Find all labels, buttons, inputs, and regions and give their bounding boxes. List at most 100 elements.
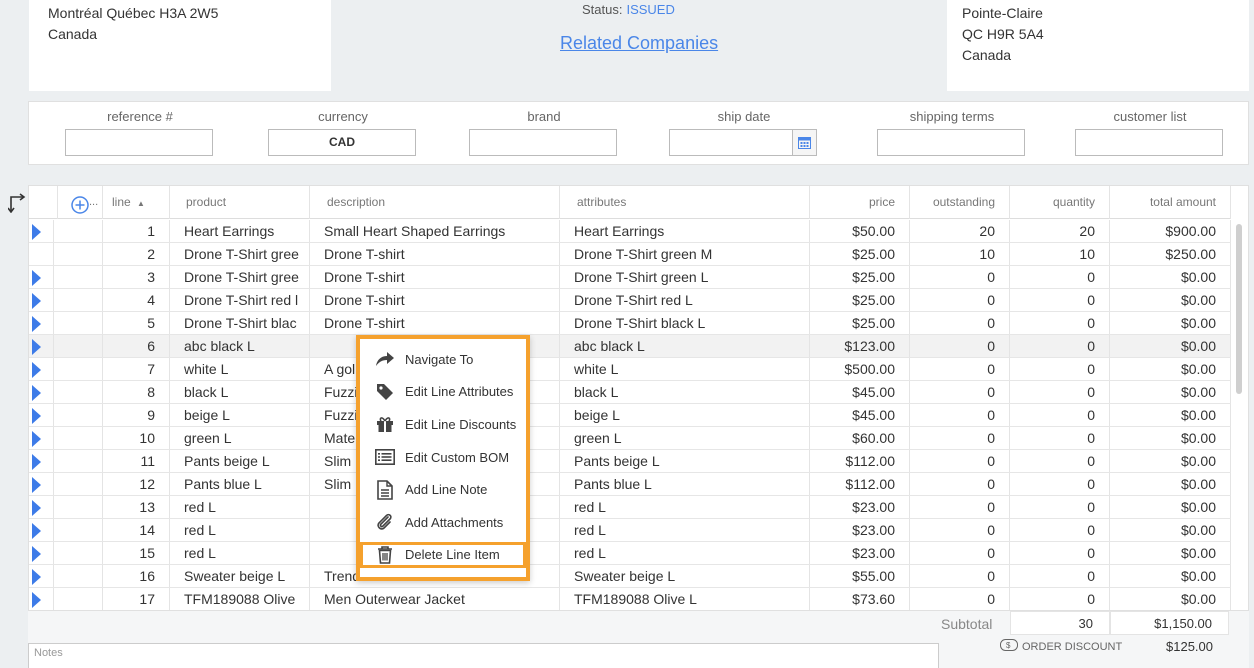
notes-field[interactable]: Notes: [28, 643, 939, 668]
table-row[interactable]: 5 Drone T-Shirt blac Drone T-shirt Drone T-…: [29, 312, 1231, 335]
cell-price[interactable]: $73.60: [810, 588, 910, 610]
cell-attributes[interactable]: abc black L: [560, 335, 810, 357]
menu-delete-line-item[interactable]: Delete Line Item: [360, 541, 526, 568]
row-expander[interactable]: [29, 404, 54, 426]
cell-total-amount[interactable]: $0.00: [1110, 450, 1231, 472]
expand-row-arrow-icon[interactable]: [32, 385, 41, 401]
cell-total-amount[interactable]: $0.00: [1110, 519, 1231, 541]
cell-product[interactable]: Sweater beige L: [170, 565, 310, 587]
cell-price[interactable]: $45.00: [810, 381, 910, 403]
cell-product[interactable]: green L: [170, 427, 310, 449]
cell-quantity[interactable]: 0: [1010, 450, 1110, 472]
cell-quantity[interactable]: 10: [1010, 243, 1110, 265]
header-price[interactable]: price: [810, 186, 910, 219]
table-row[interactable]: 15 red Lred L $23.00 0 0 $0.00: [29, 542, 1231, 565]
row-expander[interactable]: [29, 289, 54, 311]
cell-total-amount[interactable]: $0.00: [1110, 266, 1231, 288]
expand-row-arrow-icon[interactable]: [32, 316, 41, 332]
cell-product[interactable]: beige L: [170, 404, 310, 426]
cell-price[interactable]: $60.00: [810, 427, 910, 449]
row-expander[interactable]: [29, 243, 54, 265]
order-discount-button[interactable]: $ ORDER DISCOUNT: [1000, 639, 1122, 654]
cell-line[interactable]: 14: [103, 519, 170, 541]
row-expander[interactable]: [29, 266, 54, 288]
cell-total-amount[interactable]: $0.00: [1110, 335, 1231, 357]
cell-attributes[interactable]: beige L: [560, 404, 810, 426]
row-expander[interactable]: [29, 358, 54, 380]
cell-price[interactable]: $50.00: [810, 220, 910, 242]
cell-line[interactable]: 15: [103, 542, 170, 564]
cell-quantity[interactable]: 0: [1010, 266, 1110, 288]
cell-quantity[interactable]: 0: [1010, 565, 1110, 587]
cell-price[interactable]: $25.00: [810, 243, 910, 265]
cell-quantity[interactable]: 0: [1010, 312, 1110, 334]
cell-total-amount[interactable]: $900.00: [1110, 220, 1231, 242]
table-row[interactable]: 11 Pants beige L Slim Pants beige L $112.00 0…: [29, 450, 1231, 473]
cell-product[interactable]: red L: [170, 542, 310, 564]
cell-attributes[interactable]: Sweater beige L: [560, 565, 810, 587]
cell-total-amount[interactable]: $0.00: [1110, 588, 1231, 610]
table-row[interactable]: 10 green L Mate green L $60.00 0 0 $0.00: [29, 427, 1231, 450]
cell-total-amount[interactable]: $0.00: [1110, 542, 1231, 564]
cell-price[interactable]: $45.00: [810, 404, 910, 426]
row-expander[interactable]: [29, 312, 54, 334]
cell-attributes[interactable]: Drone T-Shirt black L: [560, 312, 810, 334]
table-row[interactable]: 8 black L Fuzzi black L $45.00 0 0 $0.00: [29, 381, 1231, 404]
cell-quantity[interactable]: 0: [1010, 542, 1110, 564]
table-row[interactable]: 2 Drone T-Shirt gree Drone T-shirt Drone T-…: [29, 243, 1231, 266]
cell-total-amount[interactable]: $0.00: [1110, 289, 1231, 311]
cell-product[interactable]: black L: [170, 381, 310, 403]
row-expander[interactable]: [29, 519, 54, 541]
expand-row-arrow-icon[interactable]: [32, 569, 41, 585]
menu-navigate-to[interactable]: Navigate To: [360, 343, 526, 376]
cell-quantity[interactable]: 0: [1010, 427, 1110, 449]
cell-attributes[interactable]: black L: [560, 381, 810, 403]
cell-attributes[interactable]: Pants beige L: [560, 450, 810, 472]
cell-total-amount[interactable]: $0.00: [1110, 565, 1231, 587]
header-line[interactable]: line ▲: [103, 186, 170, 219]
header-attributes[interactable]: attributes: [560, 186, 810, 219]
header-product[interactable]: product: [170, 186, 310, 219]
table-row[interactable]: 4 Drone T-Shirt red l Drone T-shirt Drone T…: [29, 289, 1231, 312]
cell-line[interactable]: 17: [103, 588, 170, 610]
customer-list-input[interactable]: [1075, 129, 1223, 156]
header-outstanding[interactable]: outstanding: [910, 186, 1010, 219]
cell-product[interactable]: Drone T-Shirt blac: [170, 312, 310, 334]
cell-attributes[interactable]: Drone T-Shirt green M: [560, 243, 810, 265]
cell-quantity[interactable]: 0: [1010, 335, 1110, 357]
cell-description[interactable]: Small Heart Shaped Earrings: [310, 220, 560, 242]
menu-edit-line-discounts[interactable]: Edit Line Discounts: [360, 408, 526, 441]
table-row[interactable]: 1 Heart Earrings Small Heart Shaped Earrin…: [29, 220, 1231, 243]
cell-line[interactable]: 11: [103, 450, 170, 472]
currency-input[interactable]: CAD: [268, 129, 416, 156]
cell-price[interactable]: $112.00: [810, 450, 910, 472]
table-row[interactable]: 13 red Lred L $23.00 0 0 $0.00: [29, 496, 1231, 519]
cell-line[interactable]: 16: [103, 565, 170, 587]
cell-attributes[interactable]: TFM189088 Olive L: [560, 588, 810, 610]
related-companies-link[interactable]: Related Companies: [560, 33, 718, 54]
cell-attributes[interactable]: white L: [560, 358, 810, 380]
expand-row-arrow-icon[interactable]: [32, 500, 41, 516]
table-row[interactable]: 17 TFM189088 Olive Men Outerwear Jacket TFM…: [29, 588, 1231, 610]
row-expander[interactable]: [29, 588, 54, 610]
cell-description[interactable]: Drone T-shirt: [310, 289, 560, 311]
cell-quantity[interactable]: 0: [1010, 358, 1110, 380]
cell-line[interactable]: 9: [103, 404, 170, 426]
cell-outstanding[interactable]: 0: [910, 381, 1010, 403]
table-row[interactable]: 3 Drone T-Shirt gree Drone T-shirt Drone T-…: [29, 266, 1231, 289]
table-row[interactable]: 12 Pants blue L Slim Pants blue L $112.00 0 0 $…: [29, 473, 1231, 496]
cell-price[interactable]: $25.00: [810, 312, 910, 334]
cell-outstanding[interactable]: 0: [910, 312, 1010, 334]
menu-add-line-note[interactable]: Add Line Note: [360, 473, 526, 506]
cell-description[interactable]: Men Outerwear Jacket: [310, 588, 560, 610]
cell-outstanding[interactable]: 0: [910, 473, 1010, 495]
cell-product[interactable]: Heart Earrings: [170, 220, 310, 242]
row-expander[interactable]: [29, 220, 54, 242]
table-row[interactable]: 6 abc black Labc black L $123.00 0 0 $0.00: [29, 335, 1231, 358]
expand-row-arrow-icon[interactable]: [32, 293, 41, 309]
expand-row-arrow-icon[interactable]: [32, 408, 41, 424]
row-expander[interactable]: [29, 496, 54, 518]
table-row[interactable]: 16 Sweater beige L Trend Sweater beige L $55…: [29, 565, 1231, 588]
cell-price[interactable]: $112.00: [810, 473, 910, 495]
cell-outstanding[interactable]: 0: [910, 358, 1010, 380]
